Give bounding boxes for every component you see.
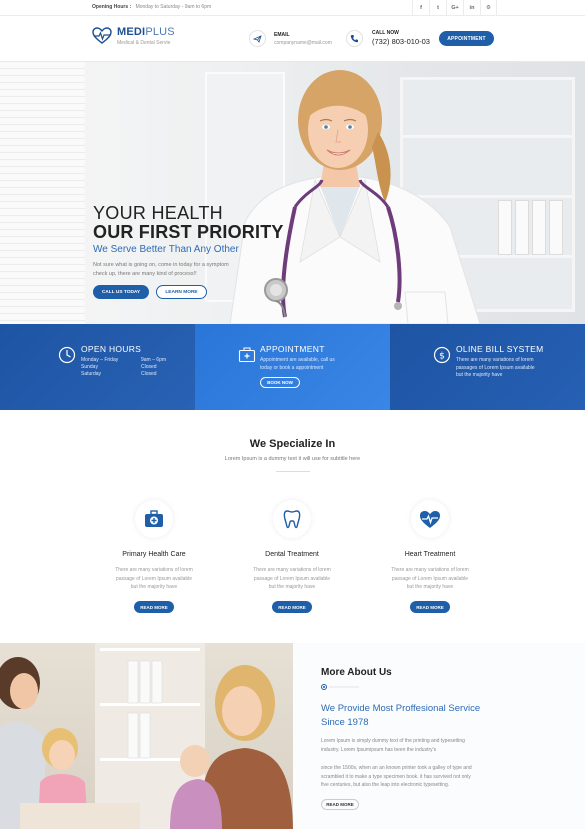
hero-title-line2: OUR FIRST PRIORITY	[93, 222, 284, 242]
card-text: There are many variations of lorem passa…	[378, 566, 482, 592]
medical-kit-icon	[135, 500, 173, 538]
about-p1-line1: Lorem Ipsum is simply dummy text of the …	[321, 738, 465, 744]
card-title: Primary Health Care	[122, 551, 186, 558]
hours-time-2: Closed	[141, 364, 157, 370]
call-us-today-button[interactable]: CALL US TODAY	[93, 285, 149, 299]
logo-thin: PLUS	[145, 26, 175, 38]
hero-subtitle: We Serve Better Than Any Other	[93, 244, 239, 255]
appointment-panel: APPOINTMENT Appointment are available, c…	[195, 324, 390, 410]
call-value[interactable]: (732) 803-010-03	[372, 37, 430, 46]
card-text: There are many variations of lorem passa…	[102, 566, 206, 592]
social-links: f t G+ in ⚙	[412, 0, 497, 16]
read-more-button[interactable]: READ MORE	[134, 601, 174, 613]
about-heading-line2: Since 1978	[321, 717, 369, 728]
hours-day-2: Sunday	[81, 364, 98, 370]
read-more-button[interactable]: READ MORE	[272, 601, 312, 613]
card-line1: There are many variations of lorem	[115, 567, 193, 573]
dollar-icon: $	[433, 346, 451, 364]
card-text: There are many variations of lorem passa…	[240, 566, 344, 592]
card-title: Dental Treatment	[265, 551, 319, 558]
family-photo-illustration	[0, 643, 293, 829]
hours-time-3: Closed	[141, 371, 157, 377]
section-divider	[276, 471, 310, 472]
opening-hours: Opening Hours : Monday to Saturday - 9am…	[92, 4, 211, 10]
email-label: EMAIL	[274, 32, 290, 38]
open-hours-panel: OPEN HOURS Monday – Friday 9am – 6pm Sun…	[0, 324, 195, 410]
bill-line3: but the majority have	[456, 372, 503, 378]
card-line1: There are many variations of lorem	[253, 567, 331, 573]
specialize-subtitle: Lorem Ipsum is a dummy text it will use …	[224, 456, 361, 462]
about-paragraph-2: since the 1500s, when an an known printe…	[321, 764, 491, 790]
opening-hours-label: Opening Hours :	[92, 4, 132, 10]
specialize-title: We Specialize In	[249, 438, 336, 450]
doctor-photo	[229, 70, 481, 324]
logo-bold: MEDI	[117, 26, 146, 38]
card-line2: passage of Lorem Ipsum available	[253, 575, 331, 582]
about-heading: We Provide Most Proffesional Service Sin…	[321, 702, 521, 730]
logo-subtitle: Medical & Dental Servie	[117, 40, 171, 46]
linkedin-icon[interactable]: in	[463, 0, 480, 16]
email-value[interactable]: companyname@mail.com	[274, 40, 332, 46]
logo-title[interactable]: MEDIPLUS	[117, 26, 175, 38]
hero-description: Not sure what is going on, come in today…	[93, 261, 253, 279]
opening-hours-value: Monday to Saturday - 9am to 6pm	[135, 4, 212, 10]
heart-pulse-logo-icon[interactable]	[92, 27, 112, 45]
learn-more-button[interactable]: LEARN MORE	[156, 285, 207, 299]
appointment-text: Appointment are available, call us today…	[260, 357, 335, 372]
card-line3: but the majority have	[406, 584, 454, 590]
read-more-button[interactable]: READ MORE	[410, 601, 450, 613]
about-heading-line1: We Provide Most Proffesional Service	[321, 703, 481, 714]
about-photo	[0, 643, 293, 829]
hero-title-line1: YOUR HEALTH	[93, 203, 223, 223]
tooth-icon	[273, 500, 311, 538]
about-paragraph-1: Lorem Ipsum is simply dummy text of the …	[321, 737, 491, 754]
about-p1-line2: industry. Lorem Ipsumipsum has been the …	[321, 746, 437, 753]
bill-line1: There are many variations of lorem	[456, 357, 534, 363]
hours-day-3: Saturday	[81, 371, 102, 377]
hours-day-1: Monday – Friday	[81, 357, 119, 363]
bill-line2: passages of Lorem Ipsum available	[456, 364, 535, 371]
appointment-line2: today or book a appointment	[260, 364, 324, 371]
medical-kit-icon	[238, 347, 256, 363]
svg-text:$: $	[439, 351, 445, 361]
about-p2-line3: five centuries, but also the leap into e…	[321, 782, 450, 788]
card-line3: but the majority have	[130, 584, 178, 590]
about-title: More About Us	[321, 667, 392, 678]
facebook-icon[interactable]: f	[412, 0, 429, 16]
hours-time-1: 9am – 6pm	[141, 357, 167, 363]
email-icon	[249, 30, 266, 47]
heartbeat-icon	[411, 500, 449, 538]
settings-icon[interactable]: ⚙	[480, 0, 497, 16]
about-divider-dots	[321, 684, 359, 690]
bill-system-panel: $ OLINE BILL SYSTEM There are many varia…	[390, 324, 585, 410]
card-line2: passage of Lorem Ipsum available	[391, 575, 469, 582]
bill-system-title: OLINE BILL SYSTEM	[456, 344, 544, 354]
top-bar: Opening Hours : Monday to Saturday - 9am…	[0, 0, 585, 16]
call-label: CALL NOW	[372, 30, 399, 36]
appointment-title: APPOINTMENT	[260, 344, 325, 354]
appointment-button[interactable]: APPOINTMENT	[439, 31, 494, 46]
about-p2-line1: since the 1500s, when an an known printe…	[321, 765, 472, 771]
about-p2-line2: scrambled it to make a type specimen boo…	[321, 773, 471, 780]
hero-section: YOUR HEALTH OUR FIRST PRIORITY We Serve …	[0, 62, 585, 324]
clock-icon	[58, 346, 76, 364]
open-hours-title: OPEN HOURS	[81, 344, 142, 354]
hero-desc-line1: Not sure what is going on, come in today…	[93, 262, 229, 268]
book-now-button[interactable]: BOOK NOW	[260, 377, 300, 388]
about-read-more-button[interactable]: READ MORE	[321, 799, 359, 810]
card-line1: There are many variations of lorem	[391, 567, 469, 573]
bill-system-text: There are many variations of lorem passa…	[456, 357, 535, 380]
phone-icon	[346, 30, 363, 47]
twitter-icon[interactable]: t	[429, 0, 446, 16]
hero-desc-line2: check up, there are many kind of process…	[93, 271, 197, 277]
site-header: MEDIPLUS Medical & Dental Servie EMAIL c…	[0, 16, 585, 62]
card-title: Heart Treatment	[404, 551, 456, 558]
card-line3: but the majority have	[268, 584, 316, 590]
card-line2: passage of Lorem Ipsum available	[115, 575, 193, 582]
appointment-line1: Appointment are available, call us	[260, 357, 335, 363]
google-plus-icon[interactable]: G+	[446, 0, 463, 16]
